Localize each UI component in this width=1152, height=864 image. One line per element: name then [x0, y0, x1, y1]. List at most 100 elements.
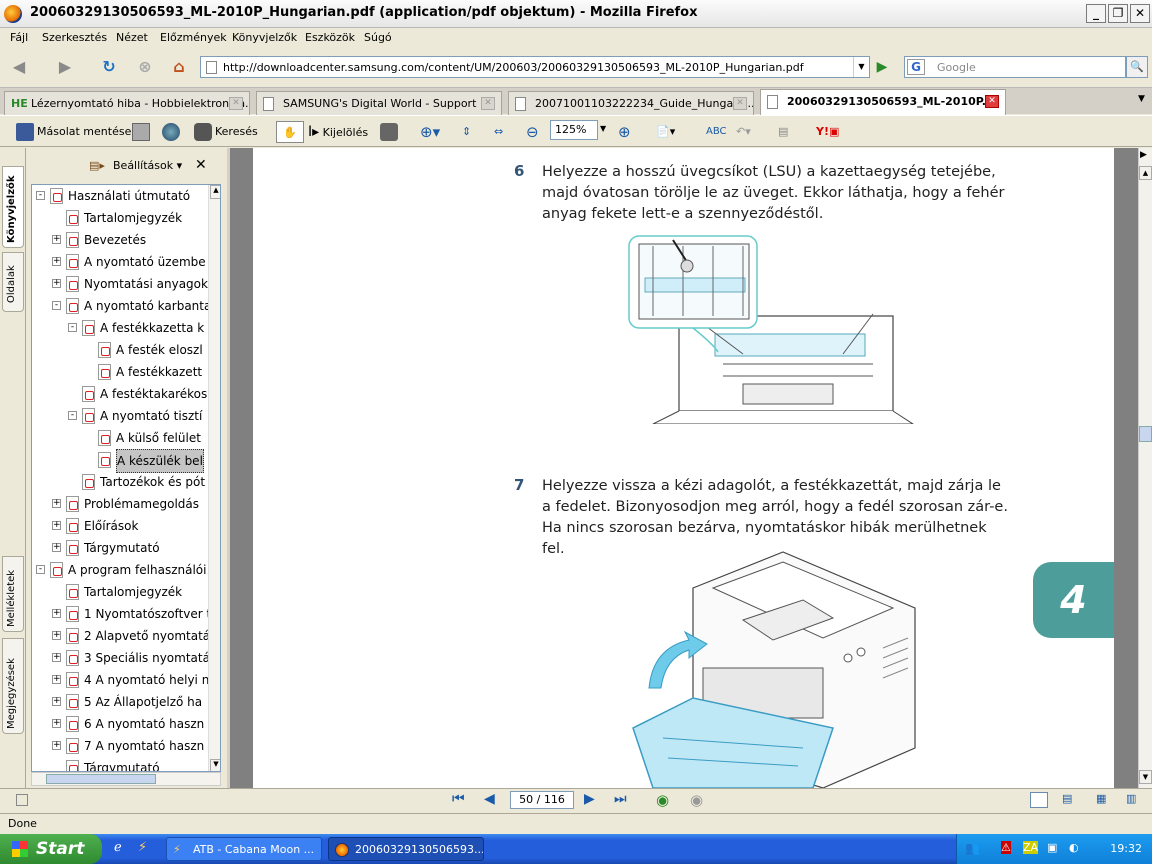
last-page-icon[interactable]: ⏭: [614, 791, 627, 807]
email-button[interactable]: [162, 121, 183, 143]
tab-samsung[interactable]: SAMSUNG's Digital World - Support ✕: [256, 91, 502, 115]
copy-icon[interactable]: ▤: [778, 121, 788, 143]
collapse-icon[interactable]: -: [52, 301, 61, 310]
menu-history[interactable]: Előzmények: [160, 31, 227, 44]
expand-icon[interactable]: +: [52, 499, 61, 508]
continuous-icon[interactable]: ▤: [1062, 792, 1072, 805]
select-tool-button[interactable]: I▸ Kijelölés: [308, 121, 368, 143]
expand-icon[interactable]: +: [52, 543, 61, 552]
home-icon[interactable]: ⌂: [166, 54, 192, 80]
first-page-icon[interactable]: ⏮: [452, 791, 465, 807]
continuous-facing-icon[interactable]: ▥: [1126, 792, 1136, 805]
facing-icon[interactable]: ▦: [1096, 792, 1106, 805]
zonealarm-icon[interactable]: ZA: [1023, 841, 1039, 854]
expand-icon[interactable]: +: [52, 235, 61, 244]
menu-file[interactable]: Fájl: [10, 31, 28, 44]
next-view-icon[interactable]: ◉: [690, 791, 703, 809]
search-button[interactable]: Keresés: [194, 121, 258, 143]
settings-menu[interactable]: Beállítások ▾: [113, 159, 182, 172]
close-panel-icon[interactable]: ✕: [195, 157, 207, 173]
close-tab-icon[interactable]: ✕: [229, 97, 243, 110]
tab-ml2010p[interactable]: 20060329130506593_ML-2010P... ✕: [760, 89, 1006, 115]
page-tools-icon[interactable]: 📄▾: [656, 121, 675, 143]
yahoo-icon[interactable]: Y!▣: [816, 121, 839, 143]
minimize-button[interactable]: _: [1086, 4, 1106, 23]
zoom-select[interactable]: 125%: [550, 120, 598, 140]
menu-view[interactable]: Nézet: [116, 31, 148, 44]
expand-icon[interactable]: +: [52, 521, 61, 530]
url-dropdown-icon[interactable]: ▼: [853, 57, 869, 77]
taskbar-item-winamp[interactable]: ⚡ ATB - Cabana Moon ...: [166, 837, 322, 861]
collapse-icon[interactable]: -: [36, 191, 45, 200]
url-field[interactable]: http://downloadcenter.samsung.com/conten…: [200, 56, 870, 78]
collapse-icon[interactable]: -: [68, 411, 77, 420]
quicklaunch-app-icon[interactable]: ⚡: [138, 840, 147, 855]
close-tab-icon[interactable]: ✕: [481, 97, 495, 110]
fit-height-icon[interactable]: ⇕: [462, 121, 471, 143]
zoom-out-icon[interactable]: ⊖: [526, 121, 539, 143]
network-icon[interactable]: ▣: [1047, 841, 1057, 854]
search-icon[interactable]: 🔍: [1126, 56, 1148, 78]
single-page-icon[interactable]: [1030, 792, 1048, 808]
page-number-field[interactable]: 50 / 116: [510, 791, 574, 809]
collapse-icon[interactable]: -: [68, 323, 77, 332]
previous-page-icon[interactable]: ◀: [484, 791, 495, 807]
hand-tool-button[interactable]: ✋: [276, 121, 304, 143]
stop-icon[interactable]: ⊗: [132, 54, 158, 80]
antivirus-icon[interactable]: ⚠: [1001, 841, 1011, 854]
undo-icon[interactable]: ↶▾: [736, 121, 751, 143]
scroll-right-icon[interactable]: ▶: [1140, 150, 1147, 160]
menu-bookmarks[interactable]: Könyvjelzők: [232, 31, 297, 44]
snapshot-button[interactable]: [380, 121, 401, 143]
go-icon[interactable]: ▶: [872, 58, 892, 76]
zoom-plus-icon[interactable]: ⊕: [618, 121, 631, 143]
volume-icon[interactable]: ◐: [1069, 841, 1079, 854]
zoom-dropdown-icon[interactable]: ▼: [600, 124, 606, 133]
expand-icon[interactable]: +: [52, 719, 61, 728]
tab-hobbielektronika[interactable]: HE Lézernyomtató hiba - Hobbielektronika…: [4, 91, 250, 115]
menu-edit[interactable]: Szerkesztés: [42, 31, 107, 44]
scroll-down-icon[interactable]: ▼: [1139, 770, 1152, 784]
close-button[interactable]: ✕: [1130, 4, 1150, 23]
collapse-icon[interactable]: -: [36, 565, 45, 574]
expand-icon[interactable]: +: [52, 609, 61, 618]
fit-width-icon[interactable]: ⇔: [494, 121, 503, 143]
menu-tools[interactable]: Eszközök: [305, 31, 355, 44]
expand-icon[interactable]: +: [52, 697, 61, 706]
scroll-thumb[interactable]: [1139, 426, 1152, 442]
tab-attachments[interactable]: Mellékletek: [2, 556, 24, 632]
document-scrollbar[interactable]: ▶ ▲ ▼: [1138, 148, 1152, 788]
bookmark-hscrollbar[interactable]: [31, 772, 221, 786]
scroll-up-icon[interactable]: ▲: [210, 185, 220, 199]
reload-icon[interactable]: ↻: [96, 54, 122, 80]
maximize-button[interactable]: ❐: [1108, 4, 1128, 23]
expand-icon[interactable]: +: [52, 257, 61, 266]
hscroll-thumb[interactable]: [46, 774, 156, 784]
bookmark-scrollbar[interactable]: ▲ ▼: [208, 185, 220, 771]
msn-icon[interactable]: 👥: [965, 841, 980, 855]
tab-comments[interactable]: Megjegyzések: [2, 638, 24, 734]
google-engine-icon[interactable]: G: [907, 59, 925, 75]
expand-icon[interactable]: +: [52, 631, 61, 640]
start-button[interactable]: Start: [0, 834, 102, 864]
previous-view-icon[interactable]: ◉: [656, 791, 669, 809]
menu-help[interactable]: Súgó: [364, 31, 392, 44]
scroll-up-icon[interactable]: ▲: [1139, 166, 1152, 180]
tab-bookmarks[interactable]: Könyvjelzők: [2, 166, 24, 248]
back-icon[interactable]: ◀: [6, 54, 32, 80]
print-button[interactable]: [132, 121, 153, 143]
quicklaunch-ie-icon[interactable]: ℯ: [114, 840, 122, 855]
close-tab-icon[interactable]: ✕: [733, 97, 747, 110]
scroll-down-icon[interactable]: ▼: [210, 759, 220, 771]
tab-guide[interactable]: 20071001103222234_Guide_Hungaria... ✕: [508, 91, 754, 115]
taskbar-item-firefox[interactable]: 20060329130506593...: [328, 837, 484, 861]
expand-icon[interactable]: +: [52, 279, 61, 288]
spellcheck-icon[interactable]: ABC: [706, 121, 727, 143]
next-page-icon[interactable]: ▶: [584, 791, 595, 807]
page-size-icon[interactable]: [16, 794, 28, 806]
expand-icon[interactable]: +: [52, 675, 61, 684]
save-copy-button[interactable]: Másolat mentése: [16, 121, 131, 143]
expand-icon[interactable]: +: [52, 653, 61, 662]
tab-pages[interactable]: Oldalak: [2, 252, 24, 312]
tab-list-icon[interactable]: ▼: [1138, 94, 1145, 104]
